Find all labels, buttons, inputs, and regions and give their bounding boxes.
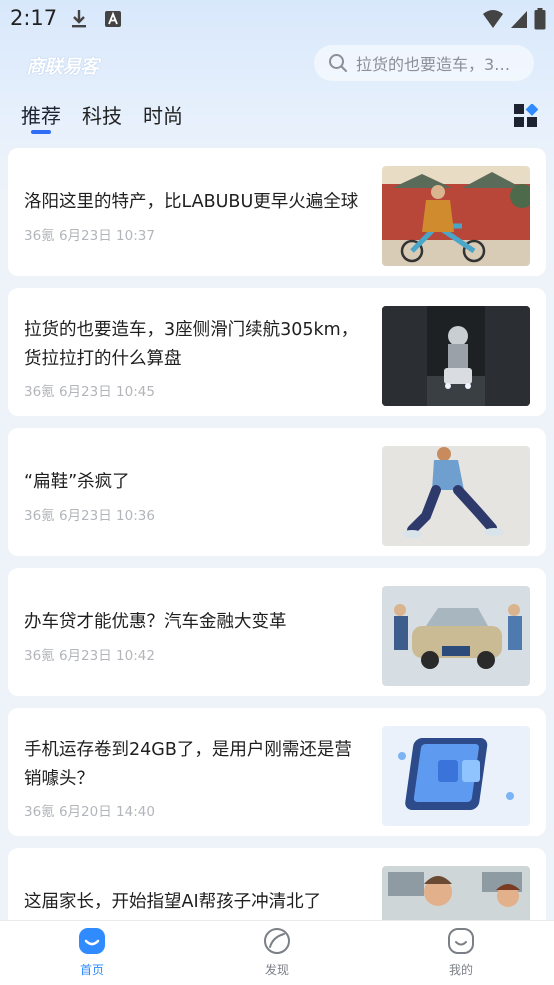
search-icon — [329, 54, 347, 72]
nav-profile[interactable]: 我的 — [421, 927, 501, 978]
nav-home[interactable]: 首页 — [52, 927, 132, 978]
article-title: 这届家长，开始指望AI帮孩子冲清北了 — [24, 892, 322, 912]
profile-icon — [448, 928, 474, 954]
wifi-icon — [483, 10, 503, 28]
article-title: 办车贷才能优惠？汽车金融大变革 — [24, 612, 287, 632]
tab-tech[interactable]: 科技 — [82, 100, 122, 129]
article-title: 手机运存卷到24GB了，是用户刚需还是营销噱头？ — [24, 740, 352, 789]
article-title: 拉货的也要造车，3座侧滑门续航305km，货拉拉打的什么算盘 — [24, 320, 359, 369]
article-card[interactable]: 手机运存卷到24GB了，是用户刚需还是营销噱头？ 36氪 6月20日 14:40 — [8, 708, 546, 836]
article-card[interactable]: “扁鞋”杀疯了 36氪 6月23日 10:36 — [8, 428, 546, 556]
article-thumbnail — [382, 446, 530, 546]
article-card[interactable]: 办车贷才能优惠？汽车金融大变革 36氪 6月23日 10:42 — [8, 568, 546, 696]
search-bar[interactable]: 拉货的也要造车，3… — [314, 45, 534, 81]
status-time: 2:17 — [10, 6, 58, 30]
article-thumbnail — [382, 166, 530, 266]
article-meta: 36氪 6月23日 10:42 — [24, 648, 155, 664]
article-meta: 36氪 6月23日 10:45 — [24, 384, 155, 400]
download-icon — [72, 10, 86, 28]
nav-profile-label: 我的 — [448, 963, 473, 977]
bottom-navigation: 首页 发现 我的 — [0, 920, 554, 985]
signal-icon — [511, 11, 527, 28]
tab-fashion[interactable]: 时尚 — [143, 100, 183, 129]
article-card[interactable]: 洛阳这里的特产，比LABUBU更早火遍全球 36氪 6月23日 10:37 — [8, 148, 546, 276]
nav-home-label: 首页 — [79, 963, 104, 977]
article-thumbnail — [382, 726, 530, 826]
battery-icon — [534, 8, 546, 30]
app-logo: 商联易客 — [26, 56, 99, 78]
accessibility-a-icon — [105, 11, 121, 27]
article-title: 洛阳这里的特产，比LABUBU更早火遍全球 — [24, 192, 359, 212]
article-card[interactable]: 拉货的也要造车，3座侧滑门续航305km，货拉拉打的什么算盘 36氪 6月23日… — [8, 288, 546, 416]
nav-discover-label: 发现 — [264, 963, 289, 977]
article-thumbnail — [382, 306, 530, 406]
status-icons — [482, 8, 546, 30]
home-icon — [79, 928, 105, 954]
tab-recommend[interactable]: 推荐 — [21, 100, 61, 129]
article-title: “扁鞋”杀疯了 — [24, 472, 130, 492]
article-meta: 36氪 6月23日 10:37 — [24, 228, 155, 244]
discover-icon — [264, 928, 290, 954]
status-bar: 2:17 — [0, 0, 554, 38]
article-meta: 36氪 6月20日 14:40 — [24, 804, 155, 820]
article-meta: 36氪 6月23日 10:36 — [24, 508, 155, 524]
header: 商联易客 拉货的也要造车，3… — [0, 38, 554, 94]
search-placeholder: 拉货的也要造车，3… — [356, 55, 511, 74]
article-thumbnail — [382, 586, 530, 686]
category-tabs: 推荐 科技 时尚 — [0, 96, 554, 136]
active-tab-indicator — [31, 130, 51, 134]
category-grid-icon[interactable] — [514, 104, 538, 128]
nav-discover[interactable]: 发现 — [237, 927, 317, 978]
